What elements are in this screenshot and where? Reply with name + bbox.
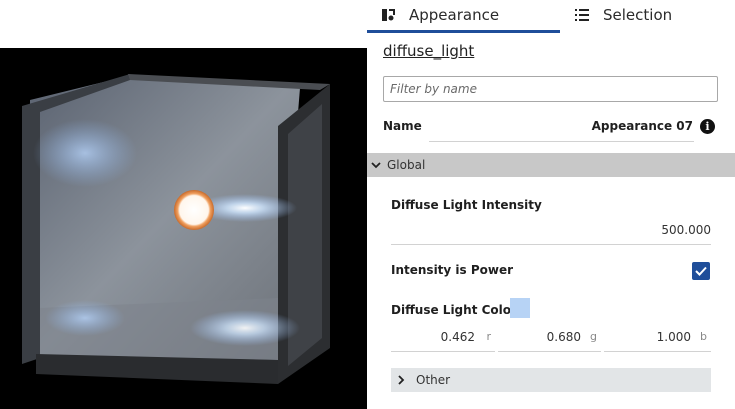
list-icon xyxy=(575,8,589,22)
color-g-unit: g xyxy=(590,330,597,343)
intensity-is-power-label: Intensity is Power xyxy=(391,263,514,277)
render-scene xyxy=(22,74,330,384)
section-header-other[interactable]: Other xyxy=(391,368,711,392)
name-label: Name xyxy=(383,119,422,133)
tab-appearance-label: Appearance xyxy=(409,6,500,24)
active-tab-indicator xyxy=(367,30,560,33)
properties-panel: Appearance Selection diffuse_light Name … xyxy=(367,0,735,409)
panel-tabs: Appearance Selection xyxy=(367,0,735,33)
section-global-label: Global xyxy=(387,158,426,172)
color-r-value: 0.462 xyxy=(440,330,475,344)
filter-input[interactable] xyxy=(384,77,717,101)
color-r-field[interactable]: 0.462 r xyxy=(391,327,495,352)
tab-selection[interactable]: Selection xyxy=(575,0,725,30)
color-b-field[interactable]: 1.000 b xyxy=(604,327,711,352)
intensity-input[interactable]: 500.000 xyxy=(577,223,711,237)
checkmark-icon xyxy=(695,266,707,276)
name-field-underline xyxy=(429,141,694,142)
color-b-unit: b xyxy=(700,330,707,343)
intensity-label: Diffuse Light Intensity xyxy=(391,198,542,212)
section-other-label: Other xyxy=(416,373,451,387)
tab-appearance[interactable]: Appearance xyxy=(381,0,557,30)
section-header-global[interactable]: Global xyxy=(367,153,735,177)
chevron-right-icon xyxy=(398,375,405,385)
color-g-field[interactable]: 0.680 g xyxy=(498,327,601,352)
appearance-icon xyxy=(381,8,395,22)
field-underline xyxy=(498,351,601,352)
intensity-field-underline xyxy=(391,244,711,245)
field-underline xyxy=(604,351,711,352)
tab-selection-label: Selection xyxy=(603,6,673,24)
render-viewport[interactable] xyxy=(0,48,367,409)
color-b-value: 1.000 xyxy=(656,330,691,344)
field-underline xyxy=(391,351,495,352)
name-value[interactable]: Appearance 07 xyxy=(429,119,693,133)
filter-field[interactable] xyxy=(383,76,718,102)
chevron-down-icon xyxy=(371,162,381,169)
color-g-value: 0.680 xyxy=(546,330,581,344)
material-title[interactable]: diffuse_light xyxy=(383,42,474,60)
intensity-is-power-checkbox[interactable] xyxy=(692,262,710,280)
info-icon[interactable] xyxy=(700,119,715,134)
diffuse-color-label: Diffuse Light Color xyxy=(391,303,517,317)
color-swatch[interactable] xyxy=(510,298,530,318)
color-r-unit: r xyxy=(486,330,491,343)
